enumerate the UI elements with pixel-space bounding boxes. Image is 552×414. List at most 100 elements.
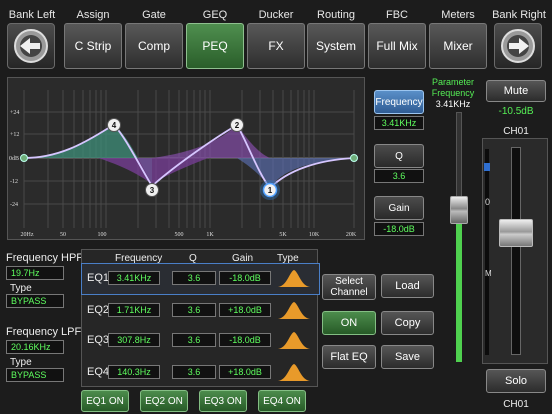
hpf-frequency-value[interactable]: 19.7Hz — [6, 266, 64, 280]
hpf-type-value[interactable]: BYPASS — [6, 294, 64, 308]
peak-filter-icon[interactable] — [277, 300, 311, 320]
x-tick: 20K — [346, 232, 357, 238]
fbc-label: FBC — [386, 9, 408, 21]
nav-comp-button[interactable]: Comp — [125, 23, 183, 69]
gate-label: Gate — [142, 9, 166, 21]
eq3-on-button[interactable]: EQ3 ON — [199, 390, 247, 412]
select-channel-button[interactable]: Select Channel — [322, 274, 376, 300]
peak-filter-icon[interactable] — [277, 362, 311, 382]
meters-label: Meters — [441, 9, 475, 21]
y-tick: -12 — [10, 179, 18, 185]
y-tick: +12 — [10, 132, 19, 138]
bank-left-button[interactable] — [7, 23, 55, 69]
band-gain[interactable]: -18.0dB — [219, 333, 271, 347]
band-name: EQ2 — [87, 304, 110, 316]
x-tick: 10K — [309, 232, 320, 238]
routing-label: Routing — [317, 9, 355, 21]
hpf-type-label: Type — [10, 283, 32, 294]
x-tick: 50 — [60, 232, 66, 238]
on-button[interactable]: ON — [322, 311, 376, 335]
channel-level: -10.5dB — [498, 106, 534, 117]
eq-band-table: Frequency Q Gain Type EQ1 3.41KHz 3.6 -1… — [81, 249, 320, 387]
col-header-frequency: Frequency — [115, 253, 163, 264]
channel-name-bottom: CH01 — [503, 399, 529, 410]
col-header-q: Q — [189, 253, 197, 264]
y-tick: 0dB — [9, 156, 19, 162]
y-tick: +24 — [10, 110, 19, 116]
mute-button[interactable]: Mute — [486, 80, 546, 102]
channel-meter-indicator — [484, 163, 490, 171]
nav-system-button[interactable]: System — [307, 23, 365, 69]
band-point-2-label: 2 — [235, 121, 240, 130]
peak-filter-icon[interactable] — [277, 330, 311, 350]
channel-fader-panel: 0 M — [482, 138, 548, 364]
parameter-slider-fill — [456, 210, 462, 362]
table-row[interactable]: EQ2 1.71KHz 3.6 +18.0dB — [82, 294, 319, 324]
col-header-type: Type — [277, 253, 299, 264]
band-frequency[interactable]: 307.8Hz — [108, 333, 160, 347]
bank-right-label: Bank Right — [492, 9, 546, 21]
band-name: EQ4 — [87, 366, 110, 378]
band-q[interactable]: 3.6 — [172, 303, 216, 317]
gain-param-button[interactable]: Gain — [374, 196, 424, 220]
load-button[interactable]: Load — [381, 274, 434, 298]
channel-fader-thumb[interactable] — [499, 219, 533, 247]
table-row[interactable]: EQ3 307.8Hz 3.6 -18.0dB — [82, 326, 319, 356]
x-tick: 5K — [279, 232, 287, 238]
assign-label: Assign — [76, 9, 110, 21]
band-name: EQ3 — [87, 334, 110, 346]
nav-peq-button[interactable]: PEQ — [186, 23, 244, 69]
band-gain[interactable]: +18.0dB — [219, 303, 271, 317]
x-tick: 1K — [206, 232, 214, 238]
x-tick: 500 — [175, 232, 184, 238]
band-q[interactable]: 3.6 — [172, 365, 216, 379]
q-param-button[interactable]: Q — [374, 144, 424, 168]
band-frequency[interactable]: 140.3Hz — [108, 365, 160, 379]
eq-graph[interactable]: 4 2 3 1 +24 +12 0dB -12 -24 20Hz 50 100 … — [7, 77, 365, 240]
band-gain[interactable]: -18.0dB — [219, 271, 271, 285]
channel-name-top: CH01 — [503, 126, 529, 137]
band-point-3-label: 3 — [150, 186, 155, 195]
lpf-title: Frequency LPF — [6, 326, 82, 338]
lpf-handle — [350, 154, 358, 162]
band-q[interactable]: 3.6 — [172, 271, 216, 285]
ducker-label: Ducker — [258, 9, 294, 21]
y-tick: -24 — [10, 202, 18, 208]
band-point-4-label: 4 — [112, 121, 117, 130]
band3-fill — [98, 158, 208, 184]
nav-full-mix-button[interactable]: Full Mix — [368, 23, 426, 69]
x-tick: 20Hz — [21, 232, 34, 238]
save-button[interactable]: Save — [381, 345, 434, 369]
peak-filter-icon[interactable] — [277, 268, 311, 288]
nav-mixer-button[interactable]: Mixer — [429, 23, 487, 69]
table-row[interactable]: EQ4 140.3Hz 3.6 +18.0dB — [82, 356, 319, 386]
eq1-on-button[interactable]: EQ1 ON — [81, 390, 129, 412]
band-name: EQ1 — [87, 272, 110, 284]
solo-button[interactable]: Solo — [486, 369, 546, 393]
parameter-subtitle: Frequency — [431, 88, 475, 98]
nav-fx-button[interactable]: FX — [247, 23, 305, 69]
eq4-on-button[interactable]: EQ4 ON — [258, 390, 306, 412]
table-row[interactable]: EQ1 3.41KHz 3.6 -18.0dB — [81, 263, 320, 295]
band-q[interactable]: 3.6 — [172, 333, 216, 347]
x-tick: 100 — [98, 232, 107, 238]
copy-button[interactable]: Copy — [381, 311, 434, 335]
col-header-gain: Gain — [232, 253, 254, 264]
q-param-value: 3.6 — [374, 169, 424, 183]
band-frequency[interactable]: 1.71KHz — [108, 303, 160, 317]
bank-right-button[interactable] — [494, 23, 542, 69]
eq2-on-button[interactable]: EQ2 ON — [140, 390, 188, 412]
parameter-slider[interactable] — [450, 112, 468, 362]
parameter-title: Parameter — [431, 77, 475, 87]
band-frequency[interactable]: 3.41KHz — [108, 271, 160, 285]
lpf-type-value[interactable]: BYPASS — [6, 368, 64, 382]
frequency-param-button[interactable]: Frequency — [374, 90, 424, 114]
lpf-type-label: Type — [10, 357, 32, 368]
flat-eq-button[interactable]: Flat EQ — [322, 345, 376, 369]
band-gain[interactable]: +18.0dB — [219, 365, 271, 379]
parameter-slider-thumb[interactable] — [450, 196, 468, 225]
nav-c-strip-button[interactable]: C Strip — [64, 23, 122, 69]
lpf-frequency-value[interactable]: 20.16KHz — [6, 340, 64, 354]
arrow-right-icon — [501, 29, 535, 63]
parameter-value: 3.41KHz — [435, 99, 471, 109]
